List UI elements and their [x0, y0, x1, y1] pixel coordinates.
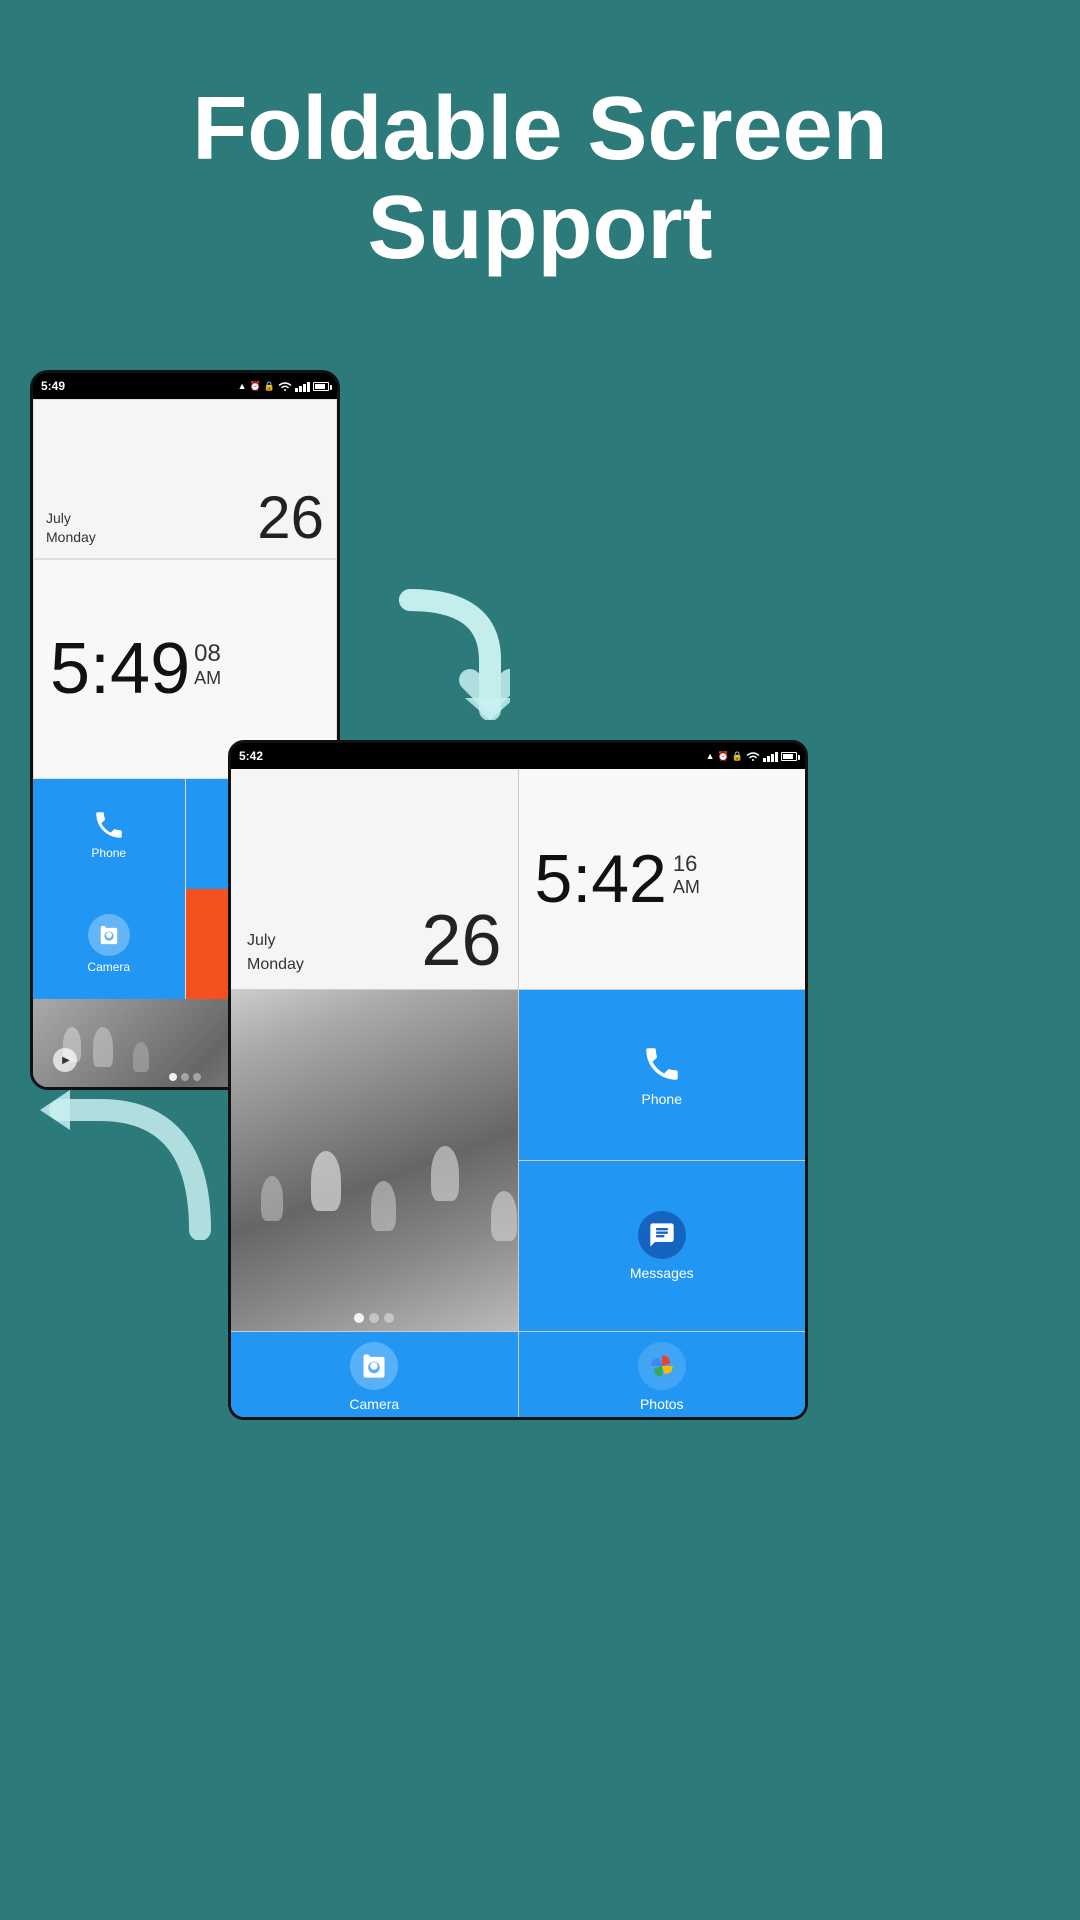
- calendar-dayname-small: Monday: [46, 528, 96, 548]
- calendar-month-small: July: [46, 509, 96, 529]
- notification-icon-lg: ▲: [706, 751, 715, 761]
- calendar-widget-large: July Monday 26: [231, 769, 518, 989]
- camera-icon: [88, 914, 130, 956]
- clock-ampm-large: AM: [673, 877, 700, 898]
- wifi-icon-lg: [746, 750, 760, 762]
- app-label-messages-large: Messages: [630, 1265, 694, 1281]
- status-bar-large: 5:42 ▲ ⏰ 🔒: [231, 743, 805, 769]
- battery-icon: [313, 382, 329, 391]
- status-time-small: 5:49: [41, 379, 65, 393]
- clock-time-small: 5:49: [50, 633, 190, 705]
- clock-icon-lg: ⏰: [718, 751, 729, 762]
- phone-icon-lg: [641, 1043, 683, 1085]
- clock-seconds-small: 08: [194, 640, 221, 668]
- app-label-camera-small: Camera: [87, 960, 130, 974]
- app-label-photos-large: Photos: [640, 1396, 684, 1412]
- notification-icon: ▲: [238, 381, 247, 391]
- clock-time-large: 5:42: [535, 845, 667, 913]
- calendar-day-small: 26: [257, 488, 324, 548]
- app-label-camera-large: Camera: [349, 1396, 399, 1412]
- app-tile-camera-large[interactable]: Camera: [231, 1332, 518, 1420]
- lock-icon: 🔒: [264, 381, 275, 392]
- photo-widget-large: [231, 990, 518, 1331]
- calendar-month-large: July: [247, 929, 304, 953]
- app-label-phone-large: Phone: [642, 1091, 682, 1107]
- app-tile-camera-small[interactable]: Camera: [33, 889, 185, 999]
- arrow-up-icon: [40, 1090, 220, 1240]
- status-icons-small: ▲ ⏰ 🔒: [238, 380, 329, 392]
- status-time-large: 5:42: [239, 749, 263, 763]
- calendar-day-large: 26: [421, 905, 501, 977]
- battery-icon-lg: [781, 752, 797, 761]
- calendar-dayname-large: Monday: [247, 953, 304, 977]
- page-title: Foldable Screen Support: [0, 80, 1080, 278]
- wifi-icon: [278, 380, 292, 392]
- lock-icon-lg: 🔒: [732, 751, 743, 762]
- signal-icon-lg: [763, 750, 778, 762]
- messages-icon-lg: [638, 1211, 686, 1259]
- phone-mockup-large: 5:42 ▲ ⏰ 🔒 July: [228, 740, 808, 1420]
- clock-widget-large: 5:42 16 AM: [519, 769, 806, 989]
- clock-icon: ⏰: [250, 381, 261, 392]
- app-tile-photos-large[interactable]: Photos: [519, 1332, 806, 1420]
- photo-dots-small: [169, 1073, 201, 1081]
- clock-seconds-large: 16: [673, 851, 697, 877]
- page-header: Foldable Screen Support: [0, 0, 1080, 318]
- chess-photo-large: [231, 990, 518, 1331]
- clock-ampm-small: AM: [194, 668, 221, 689]
- app-tile-phone-large[interactable]: Phone: [519, 990, 806, 1160]
- play-button-small[interactable]: ▶: [53, 1048, 77, 1072]
- status-bar-small: 5:49 ▲ ⏰ 🔒: [33, 373, 337, 399]
- arrow-down-icon: [390, 580, 510, 720]
- app-label-phone-small: Phone: [91, 846, 126, 860]
- phone-content-large: July Monday 26 5:42 16 AM: [231, 769, 805, 1417]
- signal-icon: [295, 380, 310, 392]
- photo-dots-large: [354, 1313, 394, 1323]
- photos-icon-lg: [638, 1342, 686, 1390]
- camera-icon-lg: [350, 1342, 398, 1390]
- app-tile-messages-large[interactable]: Messages: [519, 1161, 806, 1331]
- calendar-widget-small: July Monday 26: [33, 399, 337, 559]
- status-icons-large: ▲ ⏰ 🔒: [706, 750, 797, 762]
- phone-icon: [92, 808, 126, 842]
- app-tile-phone-small[interactable]: Phone: [33, 779, 185, 889]
